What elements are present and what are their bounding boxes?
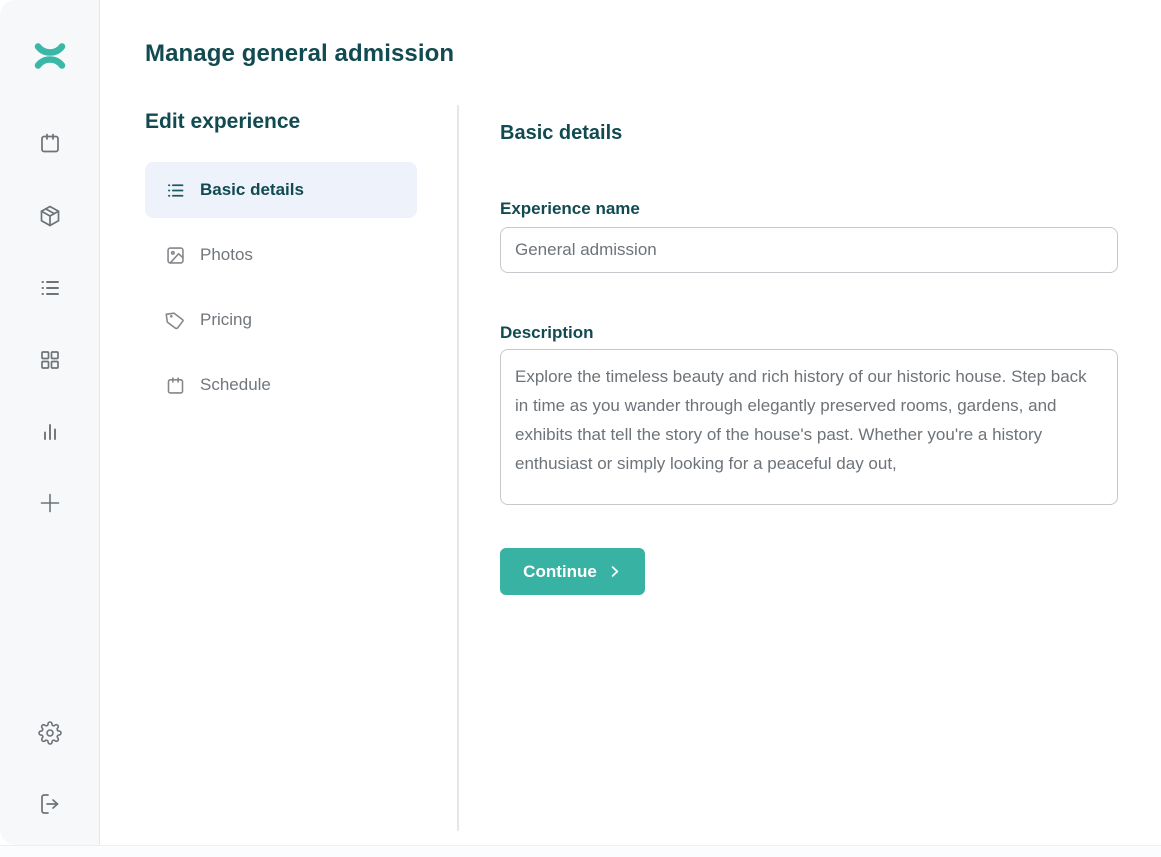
calendar-icon bbox=[165, 375, 186, 396]
package-icon[interactable] bbox=[38, 204, 62, 228]
nav-item-label: Photos bbox=[200, 245, 253, 265]
xola-logo[interactable] bbox=[34, 42, 66, 70]
image-icon bbox=[165, 245, 186, 266]
settings-gear-icon[interactable] bbox=[38, 721, 62, 745]
bottom-strip bbox=[0, 845, 1161, 857]
edit-experience-nav: Basic details Photos bbox=[145, 162, 417, 413]
continue-button-label: Continue bbox=[523, 562, 597, 582]
plus-icon[interactable] bbox=[38, 491, 62, 515]
list-icon[interactable] bbox=[38, 276, 62, 300]
edit-experience-panel: Edit experience Basic details bbox=[145, 110, 417, 422]
logout-icon[interactable] bbox=[38, 792, 62, 816]
edit-experience-heading: Edit experience bbox=[145, 110, 417, 134]
nav-item-schedule[interactable]: Schedule bbox=[145, 357, 417, 413]
nav-item-basic-details[interactable]: Basic details bbox=[145, 162, 417, 218]
page-title: Manage general admission bbox=[145, 40, 454, 68]
calendar-icon[interactable] bbox=[38, 131, 62, 155]
continue-button[interactable]: Continue bbox=[500, 548, 645, 595]
bar-chart-icon[interactable] bbox=[38, 420, 62, 444]
description-textarea[interactable]: Explore the timeless beauty and rich his… bbox=[500, 349, 1118, 505]
basic-details-panel: Basic details Experience name Descriptio… bbox=[500, 122, 1118, 595]
experience-name-input[interactable] bbox=[500, 227, 1118, 273]
app-window: Manage general admission Edit experience… bbox=[0, 0, 1161, 857]
list-icon bbox=[165, 180, 186, 201]
nav-item-photos[interactable]: Photos bbox=[145, 227, 417, 283]
basic-details-heading: Basic details bbox=[500, 122, 1118, 145]
tag-icon bbox=[165, 310, 186, 331]
description-label: Description bbox=[500, 323, 1118, 343]
nav-item-label: Schedule bbox=[200, 375, 271, 395]
nav-item-label: Basic details bbox=[200, 180, 304, 200]
sidebar-rail bbox=[0, 0, 100, 845]
nav-item-pricing[interactable]: Pricing bbox=[145, 292, 417, 348]
chevron-right-icon bbox=[607, 564, 622, 579]
experience-name-label: Experience name bbox=[500, 199, 1118, 219]
vertical-divider bbox=[457, 105, 459, 831]
grid-icon[interactable] bbox=[38, 348, 62, 372]
nav-item-label: Pricing bbox=[200, 310, 252, 330]
